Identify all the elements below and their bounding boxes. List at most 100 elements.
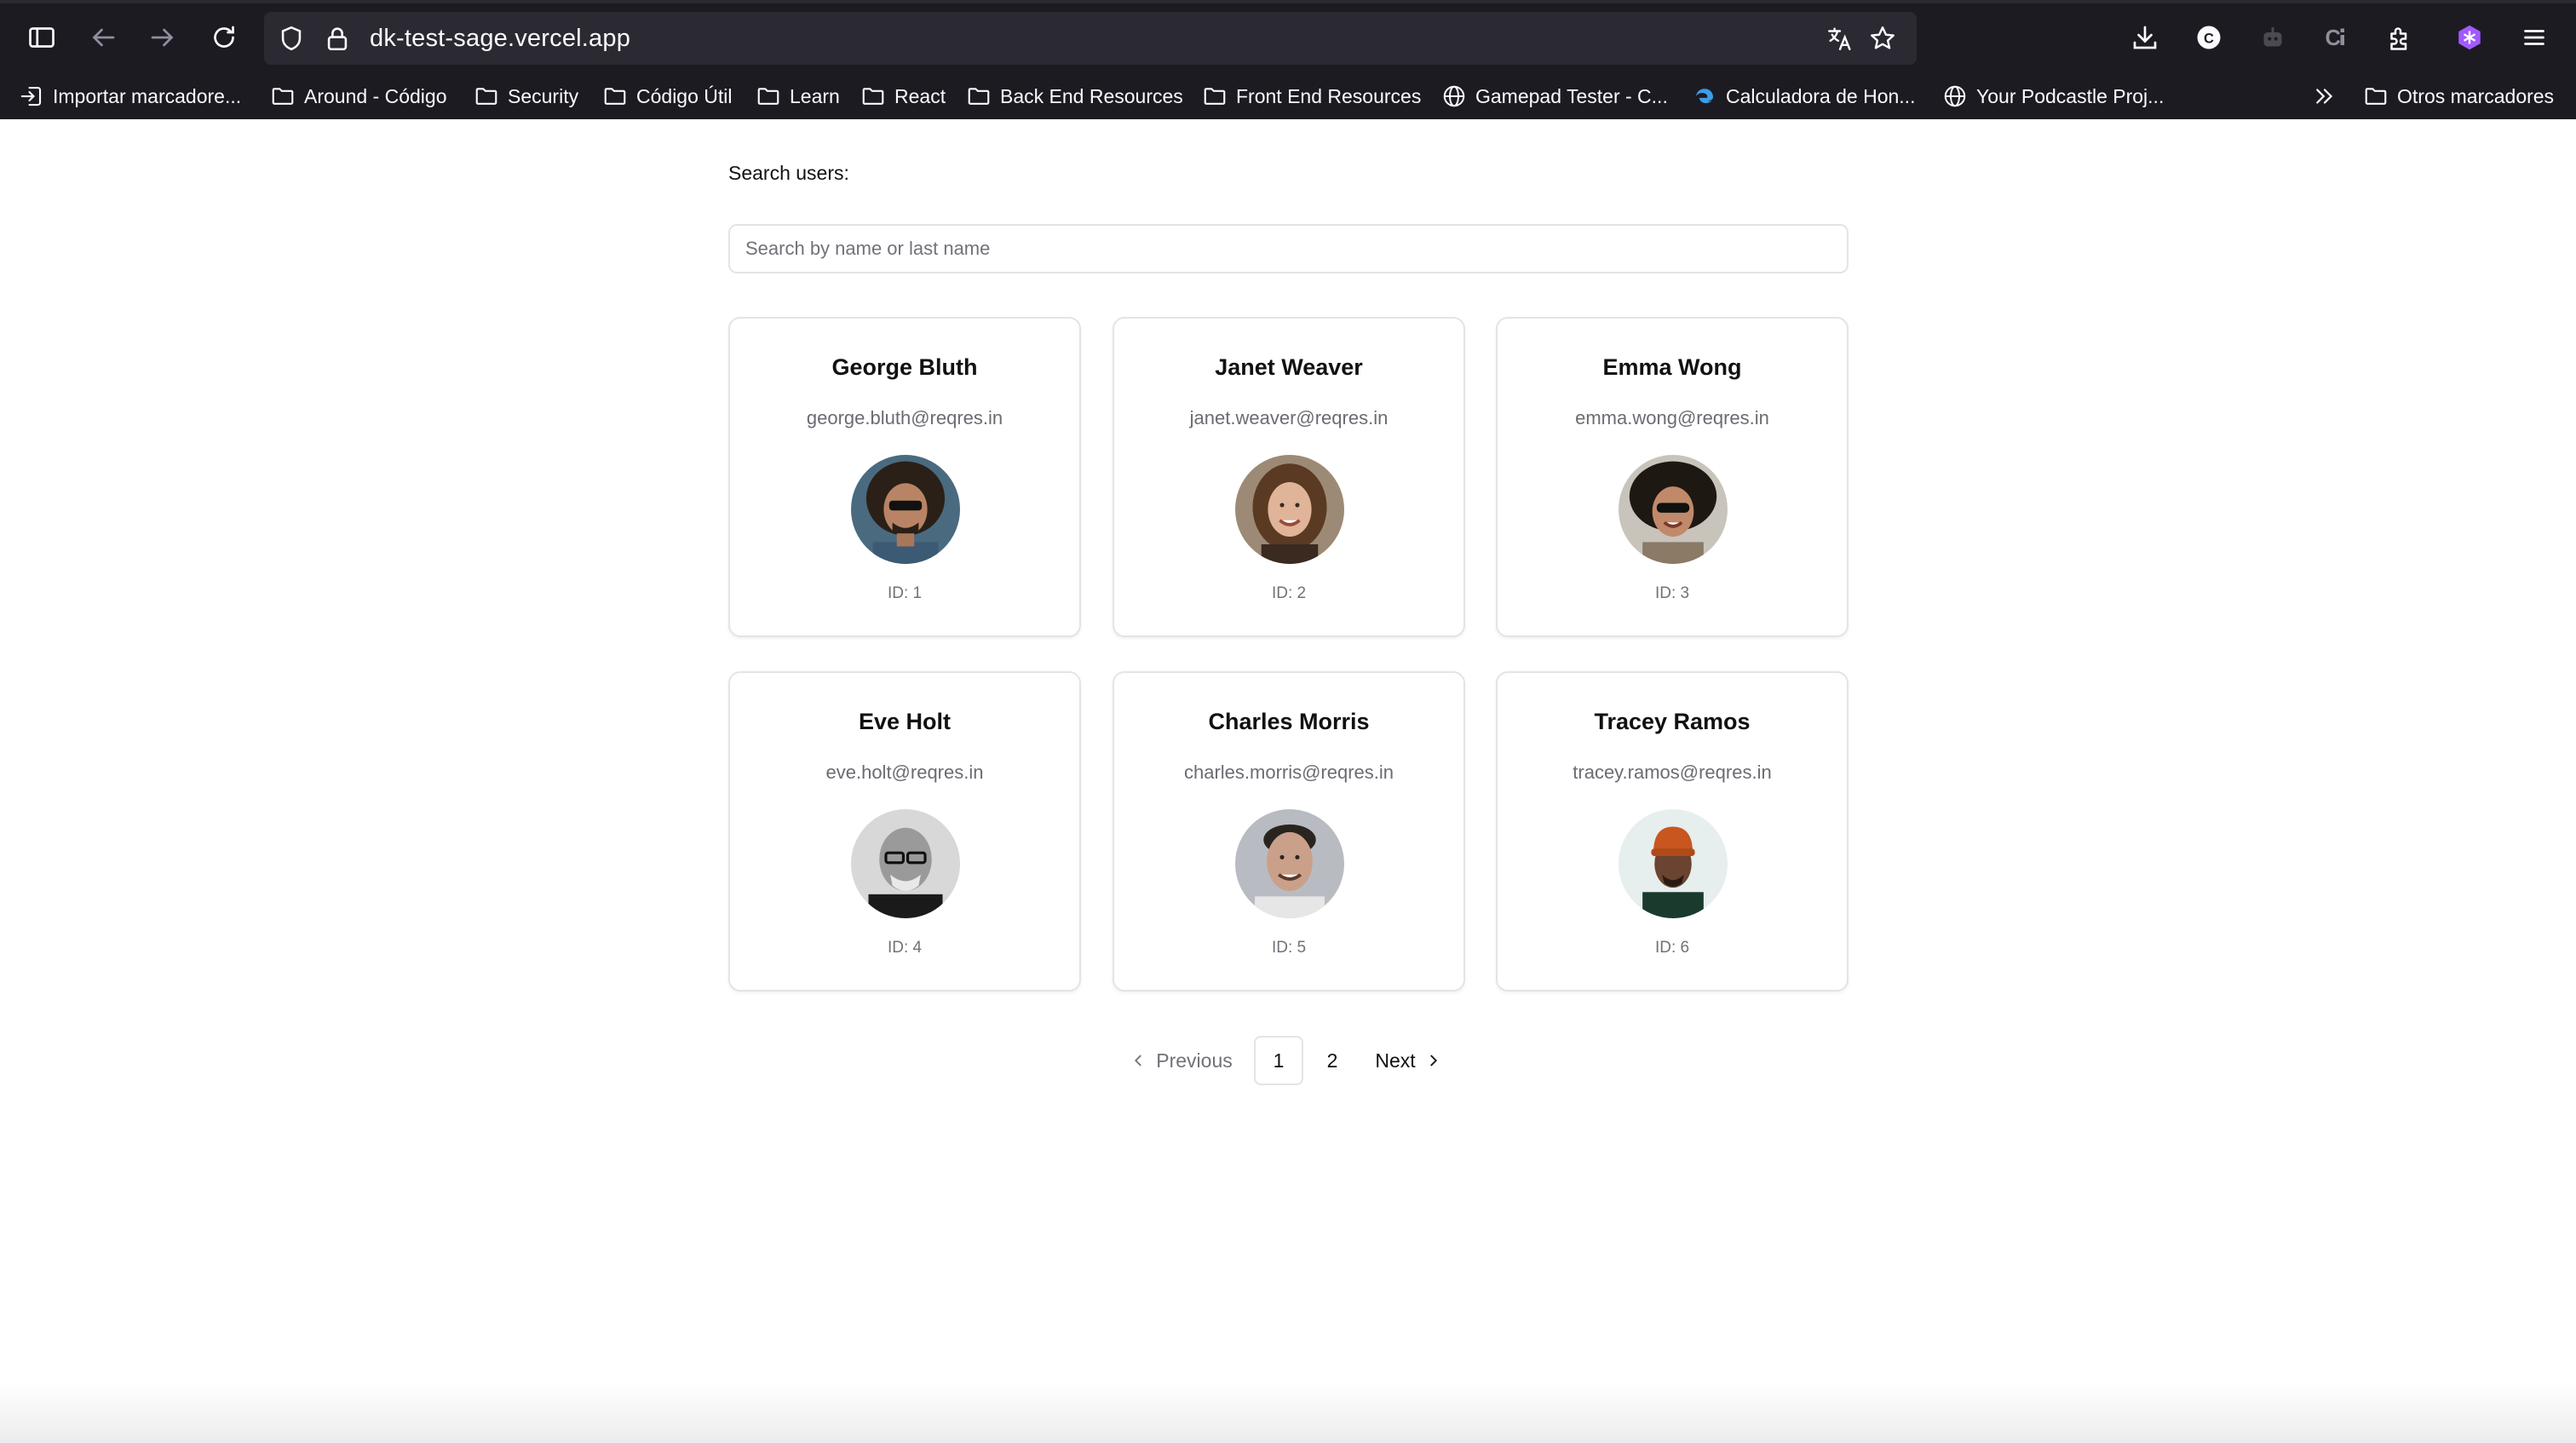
bookmark-item[interactable]: Gamepad Tester - C... <box>1441 80 1668 112</box>
extension-robot-icon[interactable] <box>2251 16 2294 59</box>
user-card: Tracey Ramos tracey.ramos@reqres.in ID: … <box>1496 671 1849 992</box>
user-email: eve.holt@reqres.in <box>825 762 984 783</box>
bookmark-item[interactable]: Importar marcadore... <box>19 80 241 112</box>
other-bookmarks-folder[interactable]: Otros marcadores <box>2363 80 2554 112</box>
bookmark-folder[interactable]: Learn <box>756 80 840 112</box>
forward-arrow-icon[interactable] <box>141 16 184 59</box>
user-name: Emma Wong <box>1602 354 1742 380</box>
avatar <box>851 455 960 564</box>
search-label: Search users: <box>728 162 849 184</box>
user-email: janet.weaver@reqres.in <box>1189 407 1389 428</box>
pagination: Previous 1 2 Next <box>0 1036 2576 1087</box>
avatar <box>851 809 960 918</box>
user-email: tracey.ramos@reqres.in <box>1573 762 1772 783</box>
user-email: charles.morris@reqres.in <box>1183 762 1394 783</box>
edge-icon <box>1696 89 1713 104</box>
user-name: Tracey Ramos <box>1594 709 1751 734</box>
user-email: george.bluth@reqres.in <box>806 407 1003 428</box>
bookmark-label: Código Útil <box>636 84 733 107</box>
browser-chrome: dk-test-sage.vercel.app C C Importar mar… <box>0 0 2576 119</box>
url-text[interactable]: dk-test-sage.vercel.app <box>370 25 630 53</box>
bookmark-folder[interactable]: Security <box>474 80 578 112</box>
import-icon <box>20 86 42 106</box>
bookmark-star-icon[interactable] <box>1866 21 1900 55</box>
user-card: George Bluth george.bluth@reqres.in ID: … <box>728 317 1081 637</box>
user-card: Charles Morris charles.morris@reqres.in … <box>1113 671 1465 992</box>
bookmark-label: Security <box>508 84 579 107</box>
page-1-button[interactable]: 1 <box>1254 1036 1303 1085</box>
folder-icon <box>968 88 990 105</box>
tab-strip-edge <box>0 0 2576 3</box>
globe-icon <box>1944 85 1966 107</box>
user-id: ID: 4 <box>887 939 923 957</box>
extension-hexagon-icon[interactable] <box>2448 16 2491 59</box>
search-input[interactable] <box>728 224 1849 273</box>
extension-ci-icon[interactable]: C <box>2315 16 2358 59</box>
user-card: Janet Weaver janet.weaver@reqres.in ID: … <box>1113 317 1465 637</box>
lock-icon[interactable] <box>320 21 354 55</box>
bookmark-folder[interactable]: React <box>860 80 946 112</box>
user-name: George Bluth <box>831 354 978 380</box>
user-name: Eve Holt <box>858 709 952 734</box>
globe-icon <box>1443 85 1465 107</box>
bookmark-label: Otros marcadores <box>2397 84 2555 107</box>
user-name: Janet Weaver <box>1215 354 1363 380</box>
folder-icon <box>272 88 294 105</box>
back-arrow-icon[interactable] <box>82 16 124 59</box>
sidebar-toggle-icon[interactable] <box>20 16 63 59</box>
bookmark-label: React <box>894 84 946 107</box>
bookmark-label: Around - Código <box>304 84 447 107</box>
next-page-button[interactable]: Next <box>1366 1036 1452 1085</box>
folder-icon <box>757 88 779 105</box>
next-label: Next <box>1375 1049 1416 1072</box>
folder-icon <box>1204 88 1226 105</box>
avatar <box>1235 455 1344 564</box>
extensions-puzzle-icon[interactable] <box>2379 16 2422 59</box>
reload-icon[interactable] <box>203 16 245 59</box>
previous-label: Previous <box>1156 1049 1233 1072</box>
page-number: 2 <box>1326 1049 1338 1072</box>
svg-text:C: C <box>2326 26 2341 50</box>
avatar <box>1235 809 1344 918</box>
user-id: ID: 6 <box>1654 939 1690 957</box>
bookmarks-toolbar: Importar marcadore... Around - Código Se… <box>0 77 2576 116</box>
page-number: 1 <box>1273 1049 1285 1072</box>
page-content: Search users: George Bluth george.bluth@… <box>0 119 2576 1443</box>
folder-icon <box>862 88 884 105</box>
shield-icon[interactable] <box>274 21 308 55</box>
page-2-button[interactable]: 2 <box>1308 1036 1357 1085</box>
menu-hamburger-icon[interactable] <box>2513 16 2556 59</box>
bookmark-label: Calculadora de Hon... <box>1726 84 1916 107</box>
bookmark-folder[interactable]: Front End Resources <box>1202 80 1421 112</box>
user-id: ID: 2 <box>1271 584 1307 602</box>
bookmark-item[interactable]: Your Podcastle Proj... <box>1942 80 2164 112</box>
user-email: emma.wong@reqres.in <box>1575 407 1769 428</box>
bookmark-folder[interactable]: Around - Código <box>270 80 447 112</box>
user-name: Charles Morris <box>1208 709 1370 734</box>
extension-c-icon[interactable]: C <box>2188 16 2230 59</box>
bookmark-label: Front End Resources <box>1236 84 1422 107</box>
more-bookmarks-chevron-icon[interactable] <box>2312 80 2337 112</box>
bookmark-label: Gamepad Tester - C... <box>1475 84 1668 107</box>
bottom-shadow <box>0 1383 2576 1443</box>
user-card: Eve Holt eve.holt@reqres.in ID: 4 <box>728 671 1081 992</box>
browser-toolbar: dk-test-sage.vercel.app C C <box>0 5 2576 72</box>
folder-icon <box>475 88 497 105</box>
bookmark-folder[interactable]: Código Útil <box>602 80 733 112</box>
svg-text:C: C <box>2204 31 2214 46</box>
chevron-left-icon <box>1135 1055 1141 1066</box>
folder-icon <box>604 88 626 105</box>
address-bar[interactable]: dk-test-sage.vercel.app <box>264 12 1917 65</box>
bookmark-item[interactable]: Calculadora de Hon... <box>1692 80 1915 112</box>
user-id: ID: 3 <box>1654 584 1690 602</box>
downloads-icon[interactable] <box>2124 16 2166 59</box>
avatar <box>1619 809 1728 918</box>
folder-icon <box>2365 88 2387 105</box>
user-id: ID: 5 <box>1271 939 1307 957</box>
bookmark-label: Your Podcastle Proj... <box>1976 84 2165 107</box>
translate-icon[interactable] <box>1823 21 1857 55</box>
bookmark-folder[interactable]: Back End Resources <box>966 80 1183 112</box>
previous-page-button[interactable]: Previous <box>1124 1036 1237 1085</box>
user-id: ID: 1 <box>887 584 923 602</box>
avatar <box>1619 455 1728 564</box>
